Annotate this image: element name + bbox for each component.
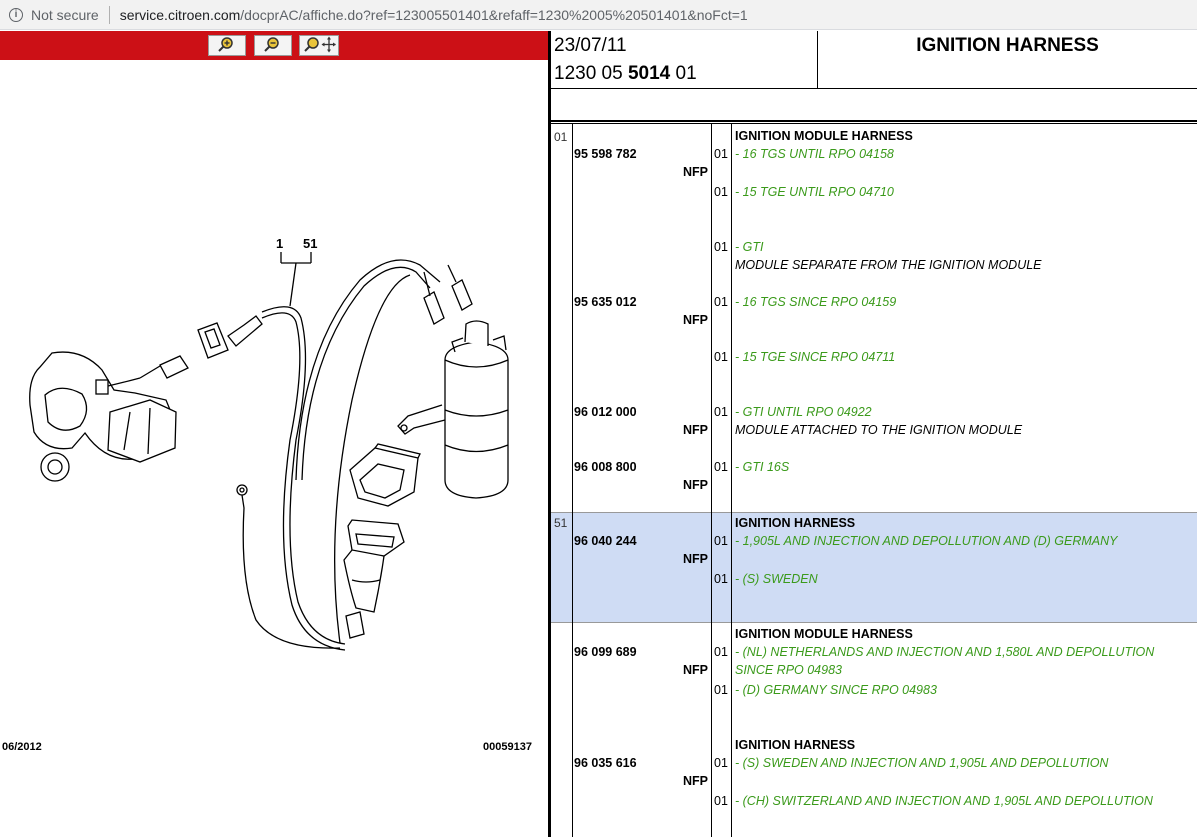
quantity: 01: [714, 683, 728, 697]
item-ref: 51: [554, 516, 568, 530]
part-number[interactable]: 95 598 782: [574, 147, 637, 161]
header-date: 23/07/11: [554, 35, 627, 56]
diagram-pane: 1 51 06/2012 00059137: [0, 31, 548, 837]
part-number[interactable]: 96 012 000: [574, 405, 637, 419]
part-description: - (CH) SWITZERLAND AND INJECTION AND 1,9…: [735, 794, 1153, 808]
address-bar[interactable]: i Not secure service.citroen.com/docprAC…: [0, 0, 1197, 30]
nfp-label: NFP: [683, 552, 708, 566]
highlighted-row-51[interactable]: [551, 512, 1197, 622]
quantity: 01: [714, 350, 728, 364]
header-rule: [551, 120, 1197, 122]
quantity: 01: [714, 147, 728, 161]
row-separator: [551, 512, 1197, 513]
part-description: - 16 TGS SINCE RPO 04159: [735, 295, 897, 309]
callout-1: 1: [276, 236, 284, 251]
part-description: - 15 TGE UNTIL RPO 04710: [735, 185, 894, 199]
part-note: MODULE SEPARATE FROM THE IGNITION MODULE: [735, 258, 1042, 272]
info-icon[interactable]: i: [9, 7, 23, 22]
security-label: Not secure: [31, 6, 99, 23]
figure-number: 00059137: [483, 741, 532, 753]
parts-table: 01 IGNITION MODULE HARNESS 95 598 782 NF…: [551, 124, 1197, 837]
quantity: 01: [714, 240, 728, 254]
page-title: IGNITION HARNESS: [916, 35, 1099, 56]
zoom-toolbar: [0, 31, 548, 60]
column-line: [731, 124, 732, 837]
zoom-out-icon: [264, 37, 279, 52]
section-heading: IGNITION HARNESS: [735, 516, 856, 530]
part-description: - 1,905L AND INJECTION AND DEPOLLUTION A…: [735, 534, 1118, 548]
page-header: 23/07/11 1230 05 5014 01 IGNITION HARNES…: [551, 31, 1197, 89]
diagram-date: 06/2012: [2, 741, 42, 753]
section-heading: IGNITION MODULE HARNESS: [735, 129, 913, 143]
ref-bold: 5014: [627, 63, 671, 84]
part-number[interactable]: 96 035 616: [574, 756, 637, 770]
column-line: [711, 124, 712, 837]
zoom-in-icon: [218, 37, 233, 52]
callout-51: 51: [303, 236, 318, 251]
zoom-out-button[interactable]: [254, 35, 292, 56]
part-description: - 15 TGE SINCE RPO 04711: [735, 350, 896, 364]
quantity: 01: [714, 405, 728, 419]
part-description: - (D) GERMANY SINCE RPO 04983: [735, 683, 937, 697]
part-description: - 16 TGS UNTIL RPO 04158: [735, 147, 894, 161]
nfp-label: NFP: [683, 165, 708, 179]
url-path: /docprAC/affiche.do?ref=123005501401&ref…: [240, 6, 748, 23]
quantity: 01: [714, 185, 728, 199]
column-line: [572, 124, 573, 837]
zoom-in-button[interactable]: [208, 35, 246, 56]
nfp-label: NFP: [683, 313, 708, 327]
quantity: 01: [714, 460, 728, 474]
quantity: 01: [714, 572, 728, 586]
pan-zoom-icon: [304, 36, 336, 53]
address-divider: [108, 5, 110, 24]
ref-suffix: 01: [670, 63, 697, 84]
part-description: - (S) SWEDEN AND INJECTION AND 1,905L AN…: [735, 756, 1109, 770]
part-number[interactable]: 96 099 689: [574, 645, 637, 659]
part-number[interactable]: 96 040 244: [574, 534, 637, 548]
pan-zoom-button[interactable]: [299, 35, 339, 56]
item-ref: 01: [554, 130, 568, 144]
header-spacer: [551, 90, 1197, 124]
quantity: 01: [714, 534, 728, 548]
part-note: MODULE ATTACHED TO THE IGNITION MODULE: [735, 423, 1023, 437]
exploded-view-drawing: [29, 252, 509, 651]
quantity: 01: [714, 756, 728, 770]
section-heading: IGNITION HARNESS: [735, 738, 856, 752]
nfp-label: NFP: [683, 774, 708, 788]
part-description: - GTI UNTIL RPO 04922: [735, 405, 872, 419]
part-description-cont: SINCE RPO 04983: [735, 663, 842, 677]
part-number[interactable]: 95 635 012: [574, 295, 637, 309]
ref-prefix: 1230 05: [554, 63, 628, 84]
part-number[interactable]: 96 008 800: [574, 460, 637, 474]
section-heading: IGNITION MODULE HARNESS: [735, 627, 913, 641]
parts-diagram[interactable]: 1 51 06/2012 00059137: [0, 60, 548, 837]
url-host: service.citroen.com: [119, 6, 241, 23]
quantity: 01: [714, 645, 728, 659]
parts-list-pane: 23/07/11 1230 05 5014 01 IGNITION HARNES…: [551, 31, 1197, 837]
nfp-label: NFP: [683, 478, 708, 492]
quantity: 01: [714, 794, 728, 808]
part-description: - (NL) NETHERLANDS AND INJECTION AND 1,5…: [735, 645, 1155, 659]
quantity: 01: [714, 295, 728, 309]
part-description: - GTI: [735, 240, 764, 254]
part-description: - GTI 16S: [735, 460, 790, 474]
nfp-label: NFP: [683, 423, 708, 437]
row-separator: [551, 622, 1197, 623]
header-reference: 1230 05 5014 01: [554, 63, 697, 85]
part-description: - (S) SWEDEN: [735, 572, 818, 586]
nfp-label: NFP: [683, 663, 708, 677]
